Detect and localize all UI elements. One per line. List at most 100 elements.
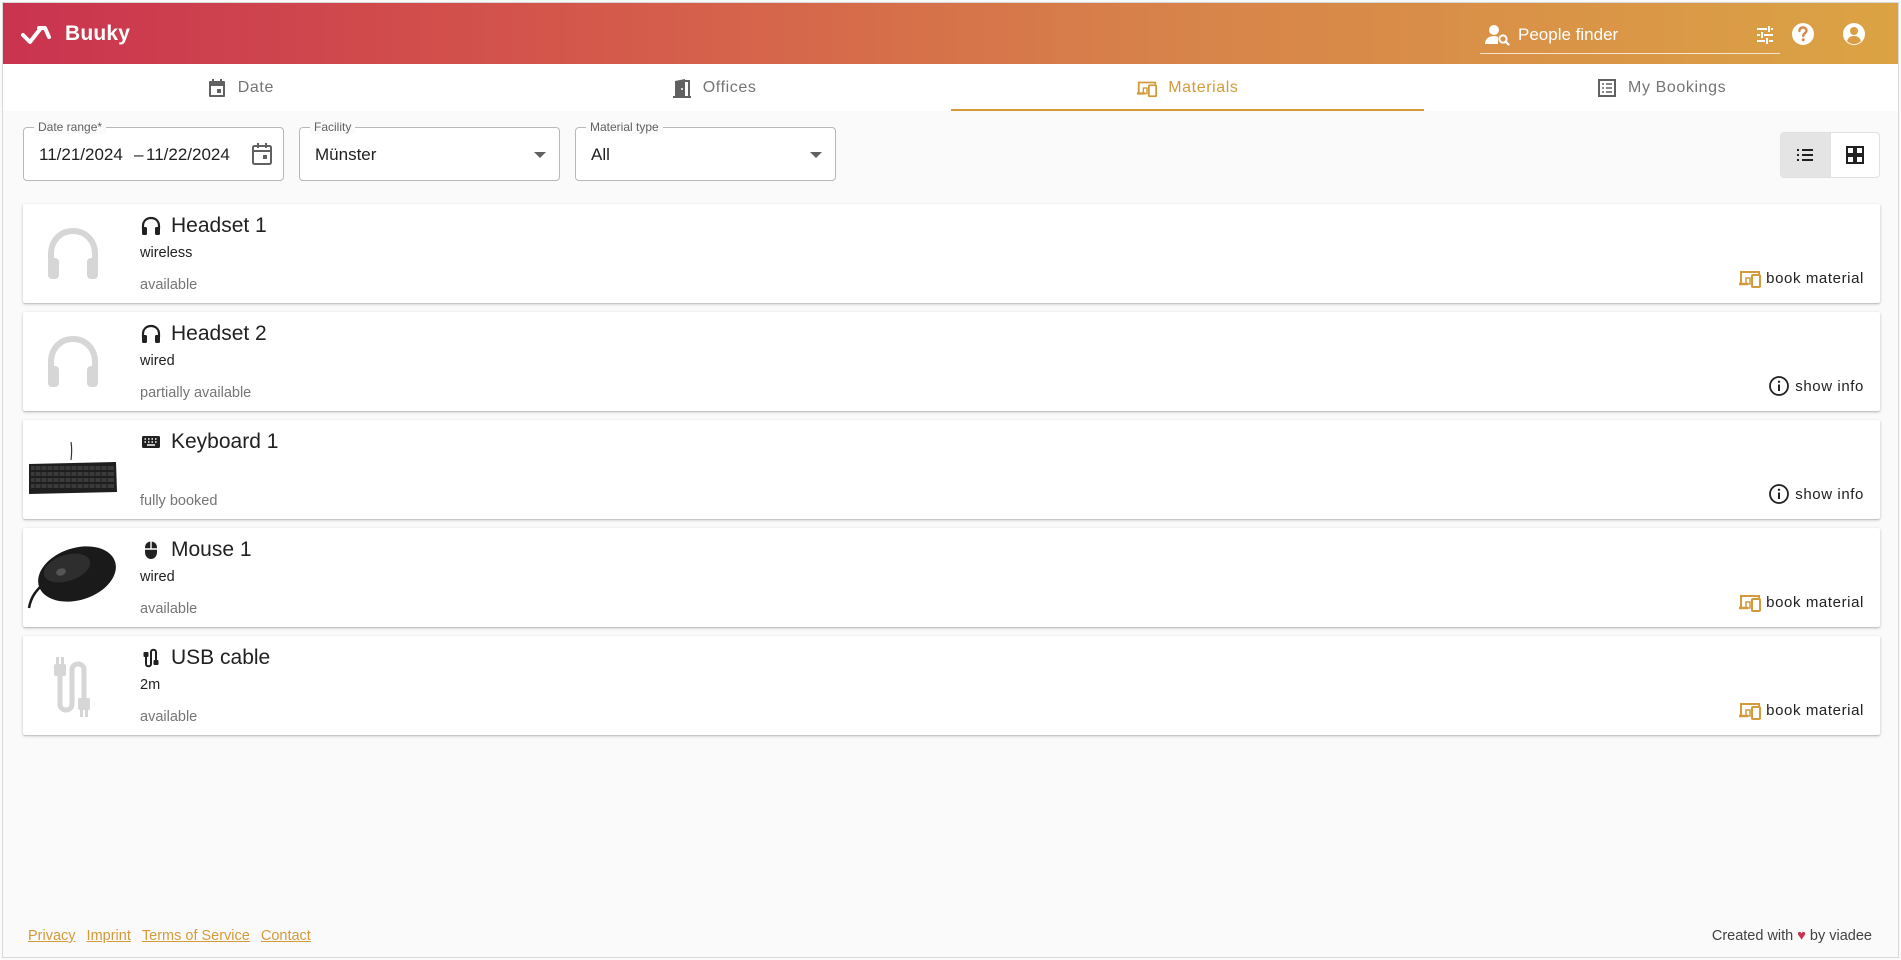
material-name: Keyboard 1 xyxy=(171,430,279,453)
material-name: Mouse 1 xyxy=(171,538,252,561)
material-image xyxy=(25,638,120,733)
main-tabs: Date Offices Materials My Bookings xyxy=(3,64,1898,111)
tab-date[interactable]: Date xyxy=(3,64,477,111)
material-image xyxy=(25,314,120,409)
date-range-field[interactable]: Date range* 11/21/2024 – 11/22/2024 xyxy=(23,120,284,181)
date-range-separator: – xyxy=(134,145,144,164)
material-type-label: Material type xyxy=(586,120,663,134)
material-image xyxy=(25,530,120,625)
help-icon[interactable] xyxy=(1790,21,1816,47)
mouse-icon xyxy=(145,541,157,559)
show-info-button[interactable]: show info xyxy=(1767,375,1864,397)
devices-icon xyxy=(1739,703,1762,720)
facility-label: Facility xyxy=(310,120,356,134)
footer-link-contact[interactable]: Contact xyxy=(261,928,311,944)
book-material-button[interactable]: book material xyxy=(1738,267,1864,289)
material-card: Headset 1 wireless available book materi… xyxy=(23,204,1880,303)
tab-my-bookings[interactable]: My Bookings xyxy=(1424,64,1898,111)
headset-icon xyxy=(141,324,161,343)
material-description: 2m xyxy=(140,677,161,693)
credit-prefix: Created with xyxy=(1711,928,1794,944)
tab-materials-label: Materials xyxy=(1168,78,1239,96)
material-status: fully booked xyxy=(140,493,218,509)
material-type-value: All xyxy=(591,145,610,164)
material-title: Mouse 1 xyxy=(140,538,252,562)
chevron-down-icon xyxy=(534,152,546,158)
people-finder xyxy=(1480,16,1780,54)
date-range-label: Date range* xyxy=(34,120,107,134)
list-icon xyxy=(1598,78,1617,97)
material-status: available xyxy=(140,709,198,725)
tune-icon[interactable] xyxy=(1754,24,1776,46)
material-name: USB cable xyxy=(171,646,271,669)
buuky-logo-icon xyxy=(21,25,51,44)
material-title: Headset 1 xyxy=(140,214,267,238)
app-logo[interactable]: Buuky xyxy=(20,20,130,48)
facility-select[interactable]: Facility Münster xyxy=(299,120,560,181)
devices-icon xyxy=(1137,81,1158,97)
view-mode-toggle xyxy=(1780,132,1880,178)
material-description: wireless xyxy=(140,245,193,261)
material-image xyxy=(25,422,120,517)
material-name: Headset 1 xyxy=(171,214,267,237)
info-icon xyxy=(1769,376,1790,396)
tab-my-bookings-label: My Bookings xyxy=(1628,78,1727,96)
calendar-icon xyxy=(208,78,225,97)
grid-view-icon xyxy=(1845,146,1864,164)
tab-offices-label: Offices xyxy=(702,78,757,96)
list-view-button[interactable] xyxy=(1781,133,1830,177)
facility-value: Münster xyxy=(315,145,377,164)
tab-materials[interactable]: Materials xyxy=(950,64,1425,111)
show-info-button[interactable]: show info xyxy=(1767,483,1864,505)
book-material-label: book material xyxy=(1766,269,1864,287)
tab-date-label: Date xyxy=(237,78,274,96)
material-status: available xyxy=(140,601,198,617)
material-title: Keyboard 1 xyxy=(140,430,278,454)
material-name: Headset 2 xyxy=(171,322,267,345)
account-icon[interactable] xyxy=(1841,21,1867,47)
keyboard-photo-icon xyxy=(29,441,117,494)
footer-link-privacy[interactable]: Privacy xyxy=(28,928,76,944)
material-image xyxy=(25,206,120,301)
mouse-photo-icon xyxy=(27,545,116,608)
material-title: USB cable xyxy=(140,646,270,670)
book-material-button[interactable]: book material xyxy=(1738,699,1864,721)
people-finder-input[interactable] xyxy=(1518,24,1754,45)
material-title: Headset 2 xyxy=(140,322,267,346)
book-material-button[interactable]: book material xyxy=(1738,591,1864,613)
footer-link-imprint[interactable]: Imprint xyxy=(87,928,131,944)
person-search-icon xyxy=(1485,24,1510,46)
material-description: wired xyxy=(140,569,175,585)
cable-icon xyxy=(143,648,159,668)
app-name: Buuky xyxy=(65,21,131,45)
heart-icon: ♥ xyxy=(1797,928,1806,944)
office-door-icon xyxy=(672,78,691,98)
grid-view-button[interactable] xyxy=(1829,133,1880,177)
material-card: USB cable 2m available book material xyxy=(23,636,1880,735)
material-type-select[interactable]: Material type All xyxy=(575,120,836,181)
material-description: wired xyxy=(140,353,175,369)
material-card: Headset 2 wired partially available show… xyxy=(23,312,1880,411)
footer-link-terms[interactable]: Terms of Service xyxy=(142,928,250,944)
footer-links: Privacy Imprint Terms of Service Contact xyxy=(28,928,311,944)
keyboard-icon xyxy=(142,436,160,448)
date-range-end[interactable]: 11/22/2024 xyxy=(146,145,230,165)
show-info-label: show info xyxy=(1795,377,1864,395)
app-header: Buuky xyxy=(3,3,1898,64)
devices-icon xyxy=(1739,271,1762,288)
book-material-label: book material xyxy=(1766,593,1864,611)
headset-icon xyxy=(141,216,161,235)
chevron-down-icon xyxy=(810,152,822,158)
tab-offices[interactable]: Offices xyxy=(477,64,951,111)
material-card: Keyboard 1 fully booked show info xyxy=(23,420,1880,519)
material-status: partially available xyxy=(140,385,252,401)
headset-placeholder-icon xyxy=(47,227,98,279)
material-card: Mouse 1 wired available book material xyxy=(23,528,1880,627)
date-picker-icon[interactable] xyxy=(251,142,273,166)
date-range-start[interactable]: 11/21/2024 xyxy=(39,145,123,165)
show-info-label: show info xyxy=(1795,485,1864,503)
info-icon xyxy=(1769,484,1790,504)
book-material-label: book material xyxy=(1766,701,1864,719)
credit-suffix: by viadee xyxy=(1809,928,1872,944)
headset-placeholder-icon xyxy=(47,335,98,387)
